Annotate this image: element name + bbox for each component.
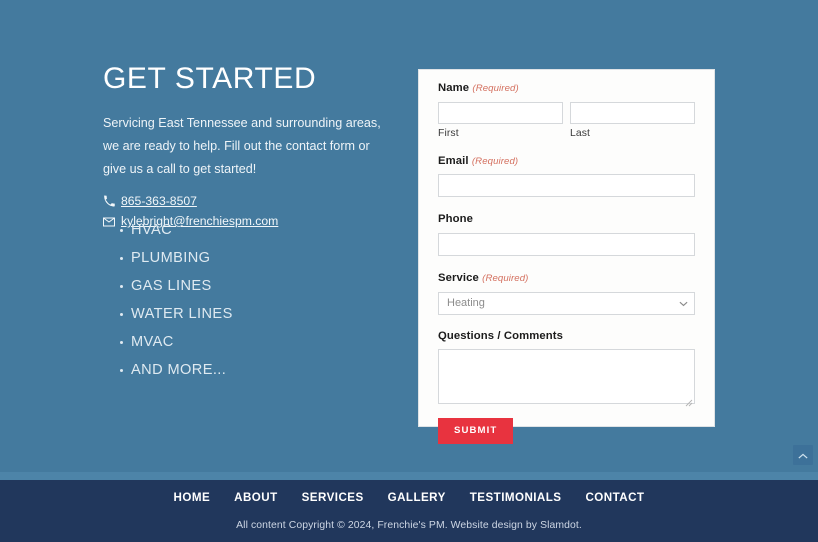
footer-divider [0, 472, 818, 480]
name-required-marker: (Required) [472, 83, 519, 94]
email-field-group: Email (Required) [438, 154, 695, 198]
first-name-input[interactable] [438, 101, 563, 124]
footer-copyright: All content Copyright © 2024, Frenchie's… [236, 520, 582, 531]
phone-label: Phone [438, 212, 695, 227]
service-label: Service (Required) [438, 271, 695, 286]
footer-nav-home[interactable]: HOME [174, 491, 211, 504]
footer-navigation: HOME ABOUT SERVICES GALLERY TESTIMONIALS… [0, 480, 818, 504]
questions-textarea[interactable] [438, 349, 695, 405]
phone-field-group: Phone [438, 212, 695, 257]
services-list: HVAC PLUMBING GAS LINES WATER LINES MVAC… [120, 216, 233, 384]
email-label: Email (Required) [438, 154, 695, 169]
service-list-item: HVAC [120, 216, 233, 244]
footer-nav-about[interactable]: ABOUT [234, 491, 277, 504]
scroll-to-top-button[interactable] [793, 445, 813, 465]
page-title: GET STARTED [103, 62, 317, 95]
last-name-input[interactable] [570, 101, 695, 124]
phone-number: 865-363-8507 [121, 193, 197, 208]
footer-nav-contact[interactable]: CONTACT [585, 491, 644, 504]
service-select[interactable]: Heating [438, 291, 695, 315]
questions-field-group: Questions / Comments [438, 329, 695, 407]
contact-info-column: GET STARTED Servicing East Tennessee and… [103, 62, 403, 236]
service-list-item: PLUMBING [120, 244, 233, 272]
envelope-icon [103, 216, 115, 228]
email-required-marker: (Required) [471, 155, 519, 167]
service-list-item: AND MORE... [120, 356, 233, 384]
submit-button[interactable]: SUBMIT [438, 418, 514, 444]
first-name-sublabel: First [438, 127, 459, 139]
service-list-item: GAS LINES [120, 272, 233, 300]
last-name-sublabel: Last [570, 127, 591, 139]
email-label-text: Email [438, 154, 469, 167]
name-label: Name (Required) [438, 81, 695, 96]
service-field-group: Service (Required) Heating [438, 271, 695, 315]
service-list-item: MVAC [120, 328, 233, 356]
name-field-group: Name (Required) First Last [438, 81, 695, 139]
phone-icon [103, 195, 115, 207]
name-label-text: Name [438, 82, 470, 94]
footer-nav-services[interactable]: SERVICES [302, 491, 364, 504]
service-label-text: Service [438, 272, 479, 285]
site-footer: HOME ABOUT SERVICES GALLERY TESTIMONIALS… [0, 480, 818, 542]
phone-label-text: Phone [438, 213, 474, 226]
intro-paragraph: Servicing East Tennessee and surrounding… [103, 116, 381, 176]
contact-section: GET STARTED Servicing East Tennessee and… [0, 0, 818, 472]
footer-nav-gallery[interactable]: GALLERY [388, 491, 446, 504]
service-selected-value: Heating [447, 297, 485, 310]
service-list-item: WATER LINES [120, 300, 233, 328]
footer-nav-testimonials[interactable]: TESTIMONIALS [470, 491, 562, 504]
questions-label: Questions / Comments [438, 329, 564, 342]
chevron-up-icon [798, 446, 808, 464]
phone-link[interactable]: 865-363-8507 [103, 193, 197, 208]
contact-form: Name (Required) First Last Email (Requir… [418, 69, 715, 444]
email-input[interactable] [438, 174, 695, 198]
service-required-marker: (Required) [482, 273, 529, 285]
phone-input[interactable] [438, 233, 695, 257]
